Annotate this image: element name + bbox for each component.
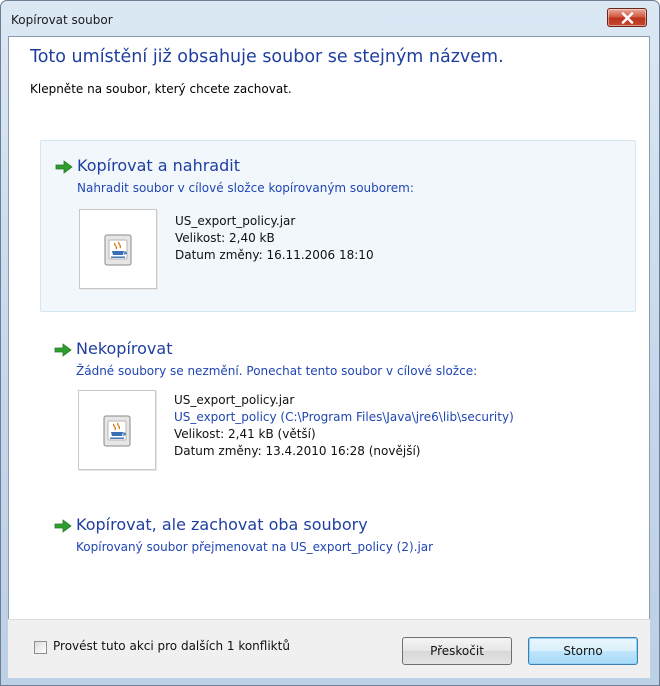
option-copy-replace[interactable]: Kopírovat a nahradit Nahradit soubor v c… [40, 140, 636, 312]
file-modified: Datum změny: 13.4.2010 16:28 (novější) [174, 444, 421, 458]
option-description: Nahradit soubor v cílové složce kopírova… [77, 181, 414, 195]
green-arrow-icon [54, 519, 72, 533]
apply-to-all-checkbox[interactable] [34, 641, 47, 654]
option-description: Kopírovaný soubor přejmenovat na US_expo… [76, 540, 434, 554]
dialog-heading: Toto umístění již obsahuje soubor se ste… [30, 47, 504, 67]
file-size: Velikost: 2,40 kB [175, 231, 275, 245]
file-details: US_export_policy.jar US_export_policy (C… [174, 392, 514, 460]
option-description: Žádné soubory se nezmění. Ponechat tento… [76, 364, 478, 378]
file-name: US_export_policy.jar [174, 393, 295, 407]
java-jar-file-icon [103, 415, 131, 447]
option-keep-both[interactable]: Kopírovat, ale zachovat oba soubory Kopí… [40, 500, 636, 578]
option-dont-copy[interactable]: Nekopírovat Žádné soubory se nezmění. Po… [40, 324, 636, 494]
green-arrow-icon [54, 343, 72, 357]
java-jar-file-icon [104, 234, 132, 266]
window-title: Kopírovat soubor [11, 13, 113, 27]
close-button[interactable] [607, 8, 647, 27]
cancel-button[interactable]: Storno [528, 637, 638, 665]
title-bar[interactable]: Kopírovat soubor [1, 1, 659, 37]
skip-button[interactable]: Přeskočit [402, 637, 512, 665]
file-thumbnail [78, 390, 156, 470]
green-arrow-icon [55, 160, 73, 174]
file-name: US_export_policy.jar [175, 214, 296, 228]
file-details: US_export_policy.jar Velikost: 2,40 kB D… [175, 213, 374, 264]
close-icon [621, 12, 634, 24]
file-modified: Datum změny: 16.11.2006 18:10 [175, 248, 374, 262]
option-title: Kopírovat, ale zachovat oba soubory [76, 515, 368, 534]
dialog-subheading: Klepněte na soubor, který chcete zachova… [30, 82, 292, 96]
apply-to-all-label[interactable]: Provést tuto akci pro dalších 1 konflikt… [53, 639, 290, 653]
file-size: Velikost: 2,41 kB (větší) [174, 427, 316, 441]
file-path: US_export_policy (C:\Program Files\Java\… [174, 410, 514, 424]
option-title: Kopírovat a nahradit [77, 156, 240, 175]
option-title: Nekopírovat [76, 339, 173, 358]
file-thumbnail [79, 209, 157, 289]
